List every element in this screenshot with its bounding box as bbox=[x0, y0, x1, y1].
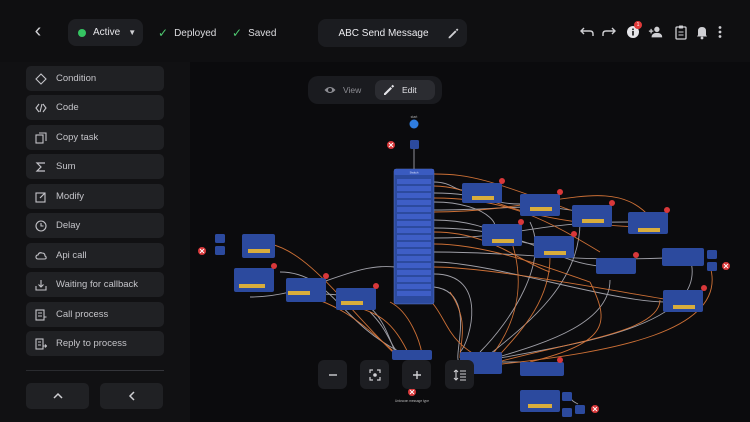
sidebar-item-waiting-for-callback[interactable]: Waiting for callback bbox=[26, 272, 164, 297]
task-node[interactable] bbox=[286, 278, 326, 302]
process-title[interactable]: ABC Send Message bbox=[318, 19, 467, 47]
sidebar-item-sum[interactable]: Sum bbox=[26, 154, 164, 179]
view-mode-label: View bbox=[343, 85, 362, 95]
process-title-text: ABC Send Message bbox=[338, 27, 429, 39]
edit-mode-button[interactable]: Edit bbox=[375, 80, 435, 100]
node-palette-sidebar: Condition Code Copy task Sum Modify Dela… bbox=[0, 62, 190, 422]
sidebar-item-delay[interactable]: Delay bbox=[26, 213, 164, 238]
task-node[interactable] bbox=[662, 248, 704, 266]
deployed-label: Deployed bbox=[174, 27, 217, 39]
sidebar-item-label: Delay bbox=[56, 220, 81, 231]
deployed-indicator: ✓ Deployed bbox=[158, 26, 216, 40]
connector-nodes bbox=[215, 234, 717, 417]
download-tray-icon bbox=[35, 279, 47, 291]
bell-icon[interactable] bbox=[694, 24, 710, 40]
sigma-icon bbox=[35, 161, 45, 172]
back-arrow-icon[interactable]: ‹ bbox=[26, 18, 50, 44]
minus-icon bbox=[328, 373, 337, 376]
task-node[interactable] bbox=[520, 390, 560, 412]
view-mode-button[interactable]: View bbox=[315, 80, 375, 100]
code-icon bbox=[35, 103, 47, 112]
sidebar-item-modify[interactable]: Modify bbox=[26, 184, 164, 209]
task-node[interactable] bbox=[520, 194, 560, 216]
add-user-icon[interactable] bbox=[648, 24, 664, 40]
sort-lines-icon bbox=[453, 369, 466, 381]
sidebar-item-code[interactable]: Code bbox=[26, 95, 164, 120]
copy-icon bbox=[35, 131, 47, 144]
check-icon: ✓ bbox=[232, 26, 243, 40]
sidebar-item-label: Reply to process bbox=[56, 338, 127, 349]
scroll-up-button[interactable] bbox=[26, 383, 89, 409]
notification-badge: 1 bbox=[634, 21, 642, 29]
collapse-sidebar-button[interactable] bbox=[100, 383, 163, 409]
task-node[interactable] bbox=[520, 362, 564, 376]
task-node[interactable] bbox=[628, 212, 668, 234]
switch-header: Switch bbox=[410, 171, 419, 175]
sidebar-item-label: Call process bbox=[56, 309, 109, 320]
sidebar-item-call-process[interactable]: Call process bbox=[26, 302, 164, 327]
task-node[interactable] bbox=[482, 224, 522, 246]
zoom-out-button[interactable] bbox=[318, 360, 347, 389]
sidebar-item-label: Api call bbox=[56, 250, 87, 261]
sidebar-item-copy-task[interactable]: Copy task bbox=[26, 125, 164, 150]
unknown-type-label: Unknown message type bbox=[395, 399, 429, 403]
task-node[interactable] bbox=[572, 205, 612, 227]
more-vertical-icon[interactable] bbox=[712, 24, 728, 40]
chevron-up-icon bbox=[52, 392, 63, 399]
start-label: start bbox=[411, 115, 418, 119]
edit-box-icon bbox=[35, 191, 46, 203]
fit-view-button[interactable] bbox=[360, 360, 389, 389]
task-node[interactable] bbox=[534, 236, 574, 258]
clipboard-icon[interactable] bbox=[673, 24, 689, 40]
saved-label: Saved bbox=[248, 27, 277, 39]
start-node[interactable] bbox=[409, 119, 419, 129]
sidebar-item-label: Condition bbox=[56, 73, 97, 84]
status-label: Active bbox=[93, 27, 121, 38]
sidebar-item-label: Modify bbox=[56, 191, 84, 202]
flow-canvas[interactable]: start Switch Unknown message type View E… bbox=[190, 62, 750, 422]
saved-indicator: ✓ Saved bbox=[232, 26, 276, 40]
pencil-icon[interactable] bbox=[446, 26, 460, 40]
reply-process-icon bbox=[35, 337, 47, 350]
task-node[interactable] bbox=[234, 268, 274, 292]
diamond-icon bbox=[35, 72, 47, 85]
mode-toggle: View Edit bbox=[308, 76, 442, 104]
task-node[interactable] bbox=[596, 258, 636, 274]
sidebar-item-label: Sum bbox=[56, 161, 76, 172]
sidebar-item-reply-to-process[interactable]: Reply to process bbox=[26, 331, 164, 356]
task-node[interactable] bbox=[663, 290, 703, 312]
check-icon: ✓ bbox=[158, 26, 169, 40]
clock-icon bbox=[35, 219, 47, 232]
sidebar-divider bbox=[100, 370, 164, 371]
sidebar-item-label: Code bbox=[56, 102, 79, 113]
switch-cases bbox=[397, 179, 431, 296]
sidebar-item-api-call[interactable]: Api call bbox=[26, 243, 164, 268]
eye-icon bbox=[324, 87, 336, 93]
task-node[interactable] bbox=[462, 183, 502, 203]
pencil-icon bbox=[384, 84, 395, 95]
process-icon bbox=[35, 308, 47, 321]
focus-icon bbox=[368, 368, 381, 381]
top-bar: ‹ Active ▼ ✓ Deployed ✓ Saved ABC Send M… bbox=[0, 0, 750, 62]
status-dropdown[interactable]: Active ▼ bbox=[68, 19, 143, 46]
sidebar-item-label: Waiting for callback bbox=[56, 279, 139, 290]
zoom-in-button[interactable] bbox=[402, 360, 431, 389]
edit-mode-label: Edit bbox=[402, 85, 417, 95]
sidebar-item-label: Copy task bbox=[56, 132, 99, 143]
task-node[interactable] bbox=[392, 350, 432, 360]
cloud-icon bbox=[35, 251, 47, 260]
task-node[interactable] bbox=[336, 288, 376, 310]
redo-icon[interactable] bbox=[601, 24, 617, 40]
chevron-left-icon bbox=[128, 391, 135, 401]
plus-icon bbox=[412, 370, 421, 379]
undo-icon[interactable] bbox=[579, 24, 595, 40]
status-dot-icon bbox=[78, 28, 86, 37]
task-node[interactable] bbox=[242, 234, 275, 258]
auto-layout-button[interactable] bbox=[445, 360, 474, 389]
start-connector[interactable] bbox=[410, 140, 419, 149]
caret-down-icon: ▼ bbox=[128, 28, 137, 37]
sidebar-item-condition[interactable]: Condition bbox=[26, 66, 164, 91]
